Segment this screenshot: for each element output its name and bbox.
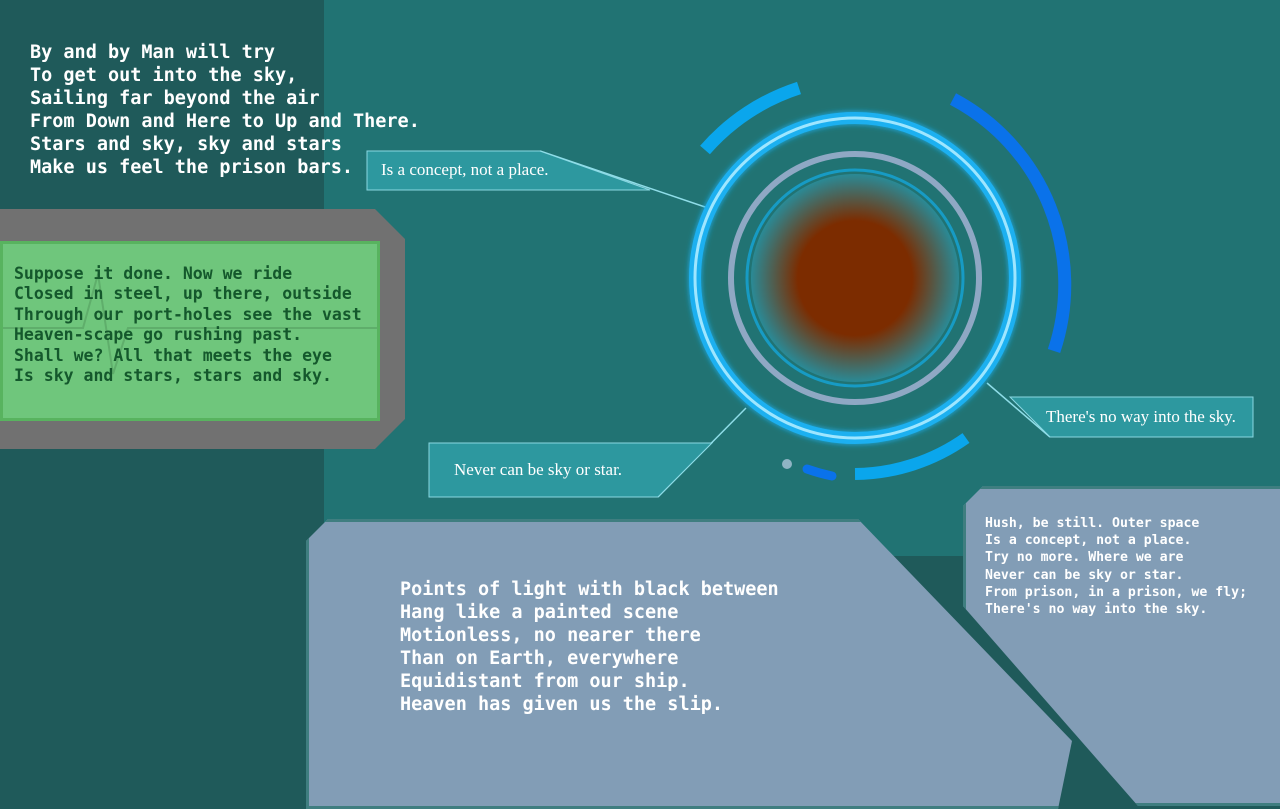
callout-no-way: There's no way into the sky. (1046, 407, 1236, 426)
gauge-arc (854, 433, 970, 480)
planet (751, 174, 959, 382)
poem-line: Never can be sky or star. (985, 567, 1184, 583)
poem-right-panel: Hush, be still. Outer space Is a concept… (985, 515, 1247, 618)
poem-line: Heaven has given us the slip. (400, 694, 724, 715)
poem-line: Points of light with black between (400, 579, 779, 600)
poem-line: Hush, be still. Outer space (985, 516, 1200, 531)
poem-line: Try no more. Where we are (985, 550, 1184, 566)
planet-gauge (366, 81, 1254, 498)
callout-never: Never can be sky or star. (454, 460, 623, 479)
poem-line: Is a concept, not a place. (985, 533, 1192, 549)
poem-line: From prison, in a prison, we fly; (985, 584, 1248, 600)
gauge-arc (802, 464, 837, 481)
poem-line: There's no way into the sky. (985, 602, 1208, 618)
poem-line: Motionless, no nearer there (400, 625, 701, 646)
poem-line: Hang like a painted scene (400, 602, 679, 623)
callout-concept: Is a concept, not a place. (381, 160, 549, 179)
gauge-dot (782, 459, 792, 469)
poem-large-panel: Points of light with black between Hang … (400, 578, 779, 716)
poem-line: Than on Earth, everywhere (400, 648, 679, 669)
poem-line: Equidistant from our ship. (400, 671, 690, 692)
